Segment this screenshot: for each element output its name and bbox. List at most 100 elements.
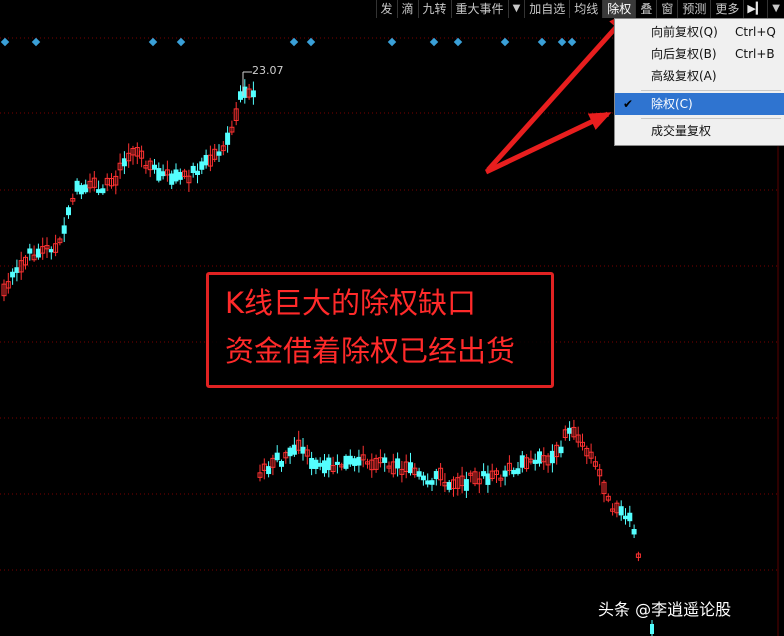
candle-body xyxy=(287,447,293,457)
event-marker-icon xyxy=(537,37,547,47)
high-price-label: 23.07 xyxy=(252,64,284,77)
menu-item-shortcut: Ctrl+Q xyxy=(735,25,776,39)
candle-body xyxy=(532,459,538,464)
toolbar-dropdown-icon[interactable]: ▼ xyxy=(507,0,525,18)
toolbar-item-forecast[interactable]: 预测 xyxy=(677,0,710,18)
candle-body xyxy=(309,457,315,469)
arrow-to-menu-head xyxy=(587,112,612,130)
event-marker-icon xyxy=(148,37,158,47)
stock-chart-app: 23.07 发 滴 九转 重大事件 ▼ 加自选 均线 除权 叠 窗 预测 更多 … xyxy=(0,0,784,636)
candle-body xyxy=(481,471,487,477)
event-marker-icon xyxy=(453,37,463,47)
candle-body xyxy=(352,458,358,466)
toolbar-item-add-watchlist[interactable]: 加自选 xyxy=(524,0,569,18)
candle-body xyxy=(326,457,332,471)
event-marker-icon xyxy=(176,37,186,47)
toolbar-item-overlay[interactable]: 叠 xyxy=(635,0,656,18)
candle-body xyxy=(225,132,231,145)
candle-body xyxy=(177,172,183,180)
menu-separator xyxy=(641,90,781,91)
annotation-line-2: 资金借着除权已经出货 xyxy=(225,334,516,368)
menu-item-forward-adjust[interactable]: 向前复权(Q) Ctrl+Q xyxy=(615,21,784,43)
candle-body xyxy=(511,469,517,475)
candle-body xyxy=(66,207,71,216)
candle-body xyxy=(618,506,624,516)
toolbar-item-window[interactable]: 窗 xyxy=(656,0,677,18)
menu-item-label: 成交量复权 xyxy=(651,124,712,138)
event-marker-icon xyxy=(567,37,577,47)
candle-body xyxy=(216,151,222,156)
candle-body xyxy=(429,480,435,485)
candle-body xyxy=(74,180,80,192)
menu-item-label: 向前复权(Q) xyxy=(651,25,718,39)
check-icon: ✔ xyxy=(623,97,634,111)
menu-item-advanced-adjust[interactable]: 高级复权(A) xyxy=(615,65,784,87)
candle-body xyxy=(382,457,388,463)
candle-body xyxy=(199,161,205,170)
candle-body xyxy=(416,471,422,477)
toolbar-item-fa[interactable]: 发 xyxy=(375,0,397,18)
event-marker-icon xyxy=(387,37,397,47)
chart-toolbar: 发 滴 九转 重大事件 ▼ 加自选 均线 除权 叠 窗 预测 更多 ▶▎ ▼ xyxy=(375,0,784,18)
candle-body xyxy=(317,462,323,467)
candle-body xyxy=(446,482,452,490)
toolbar-item-ex-rights[interactable]: 除权 xyxy=(602,0,636,18)
menu-item-label: 向后复权(B) xyxy=(651,47,717,61)
candle-body xyxy=(152,164,157,170)
candle-body xyxy=(291,444,297,455)
candle-body xyxy=(78,185,84,195)
toolbar-item-di[interactable]: 滴 xyxy=(396,0,418,18)
candle-body xyxy=(650,624,654,634)
candle-body xyxy=(502,470,508,477)
candle-body xyxy=(156,168,162,181)
candle-body xyxy=(100,188,106,194)
toolbar-item-more[interactable]: 更多 xyxy=(710,0,743,18)
candle-body xyxy=(300,446,306,454)
candle-body xyxy=(627,512,633,522)
candle-body xyxy=(274,452,280,461)
event-marker-icon xyxy=(0,37,10,47)
candle-body xyxy=(14,267,20,273)
menu-item-ex-rights[interactable]: ✔ 除权(C) xyxy=(615,93,784,115)
candle-body xyxy=(425,480,431,485)
event-marker-icon xyxy=(500,37,510,47)
menu-item-shortcut: Ctrl+B xyxy=(735,47,775,61)
candle-body xyxy=(35,248,41,258)
menu-item-label: 除权(C) xyxy=(651,97,693,111)
event-marker-icon xyxy=(557,37,567,47)
event-marker-icon xyxy=(429,37,439,47)
candle-body xyxy=(279,460,284,467)
toolbar-item-jiuzhuan[interactable]: 九转 xyxy=(417,0,451,18)
candle-body xyxy=(433,471,439,480)
menu-item-backward-adjust[interactable]: 向后复权(B) Ctrl+B xyxy=(615,43,784,65)
candle-body xyxy=(356,456,362,466)
candle-body xyxy=(334,461,340,465)
menu-item-volume-adjust[interactable]: 成交量复权 xyxy=(615,120,784,142)
annotation-box: K线巨大的除权缺口 资金借着除权已经出货 xyxy=(206,272,554,388)
candle-body xyxy=(96,189,102,193)
candle-body xyxy=(250,90,256,98)
watermark: 头条 @李逍遥论股 xyxy=(598,600,732,619)
candle-body xyxy=(322,460,327,474)
annotation-line-1: K线巨大的除权缺口 xyxy=(225,286,477,320)
candle-body xyxy=(266,466,272,475)
menu-item-label: 高级复权(A) xyxy=(651,69,717,83)
candle-body xyxy=(463,479,469,491)
event-marker-icon xyxy=(31,37,41,47)
toolbar-more-dropdown-icon[interactable]: ▼ xyxy=(767,0,784,18)
candle-body xyxy=(173,169,179,182)
jump-icon[interactable]: ▶▎ xyxy=(743,0,767,18)
candle-body xyxy=(515,468,521,474)
arrow-to-toolbar xyxy=(486,12,630,172)
candle-body xyxy=(10,271,16,278)
candle-body xyxy=(537,451,542,464)
event-marker-icon xyxy=(306,37,316,47)
toolbar-item-major-events[interactable]: 重大事件 xyxy=(450,0,508,18)
event-marker-icon xyxy=(289,37,299,47)
toolbar-item-moving-average[interactable]: 均线 xyxy=(569,0,602,18)
candle-body xyxy=(549,450,555,464)
candle-body xyxy=(420,475,426,481)
candle-body xyxy=(558,446,564,454)
candle-body xyxy=(623,515,628,520)
candle-body xyxy=(485,473,491,485)
